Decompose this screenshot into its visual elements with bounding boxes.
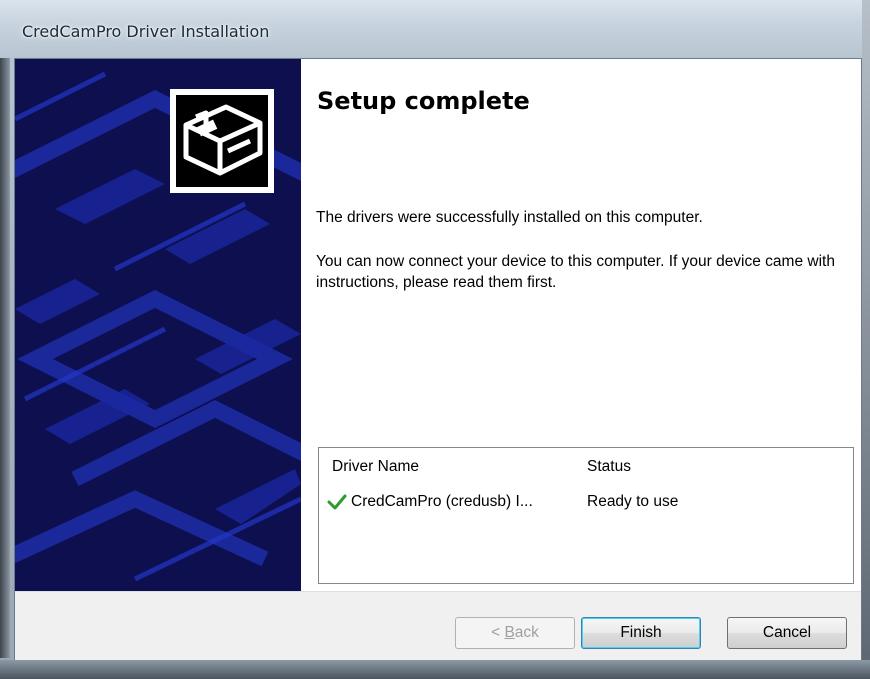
wizard-banner: [15, 59, 301, 591]
list-item[interactable]: CredCamPro (credusb) I... Ready to use: [327, 490, 847, 516]
driver-status-cell: Ready to use: [587, 493, 679, 510]
success-message: The drivers were successfully installed …: [316, 209, 703, 226]
green-check-icon: [327, 494, 347, 510]
button-bar: < Back Finish Cancel: [15, 591, 861, 660]
page-title: Setup complete: [317, 87, 530, 115]
window-title: CredCamPro Driver Installation: [22, 22, 270, 41]
driver-list[interactable]: Driver Name Status CredCamPro (credusb) …: [318, 447, 854, 584]
title-bar[interactable]: CredCamPro Driver Installation: [0, 0, 862, 56]
driver-name-cell: CredCamPro (credusb) I...: [351, 493, 533, 510]
dialog-client-area: Setup complete The drivers were successf…: [14, 58, 862, 660]
hardware-installer-icon: [170, 89, 274, 193]
cancel-button[interactable]: Cancel: [727, 617, 847, 649]
back-button-prefix: <: [491, 624, 505, 641]
window-frame-bottom: [0, 660, 870, 679]
finish-button[interactable]: Finish: [581, 617, 701, 649]
window-frame-left: [0, 58, 10, 658]
back-button[interactable]: < Back: [455, 617, 575, 649]
window-frame-right: [862, 0, 870, 679]
back-button-accelerator: B: [504, 624, 515, 641]
column-header-status[interactable]: Status: [587, 458, 631, 476]
column-header-driver-name[interactable]: Driver Name: [332, 458, 419, 476]
instructions-message: You can now connect your device to this …: [316, 253, 835, 291]
dialog-window: CredCamPro Driver Installation Setup com…: [0, 0, 870, 679]
back-button-rest: ack: [514, 624, 539, 641]
